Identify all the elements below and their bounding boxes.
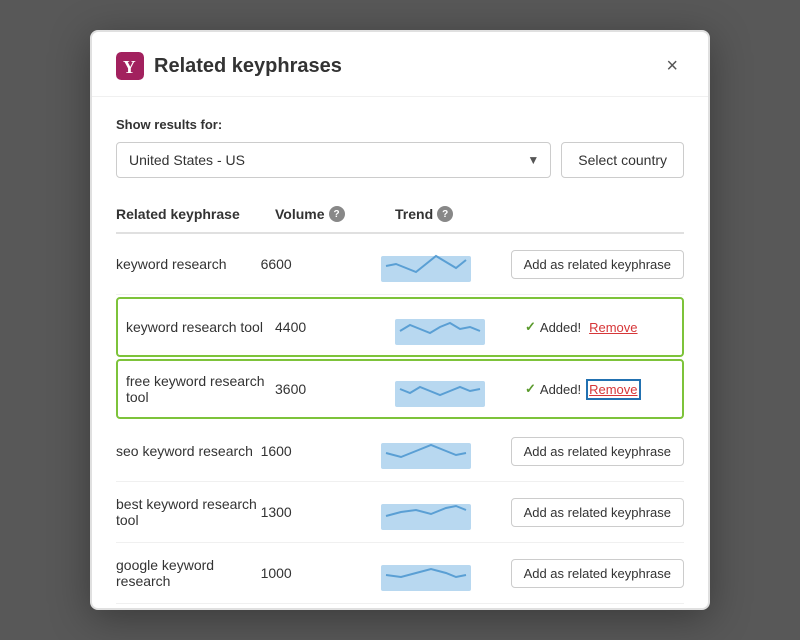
modal-body: Show results for: United States - US ▼ S… [92,97,708,608]
select-country-button[interactable]: Select country [561,142,684,178]
table-header: Related keyphrase Volume ? Trend ? [116,198,684,234]
col-header-trend: Trend ? [395,206,525,222]
add-keyphrase-button[interactable]: Add as related keyphrase [511,498,684,527]
trend-sparkline [395,371,485,407]
action-cell: Add as related keyphrase [511,559,684,588]
show-results-label: Show results for: [116,117,684,132]
col-header-keyphrase: Related keyphrase [116,206,275,222]
trend-sparkline [381,494,471,530]
trend-help-icon[interactable]: ? [437,206,453,222]
add-keyphrase-button[interactable]: Add as related keyphrase [511,559,684,588]
col-header-action [525,206,684,222]
table-row: best keyword research tool 1300 Add as r… [116,482,684,543]
volume-help-icon[interactable]: ? [329,206,345,222]
modal-title: Related keyphrases [154,55,660,78]
trend-sparkline [381,555,471,591]
trend-sparkline [381,246,471,282]
add-keyphrase-button[interactable]: Add as related keyphrase [511,250,684,279]
action-cell: Add as related keyphrase [511,250,684,279]
table-row: free keyword research tool 3600 ✓ Added! [116,359,684,419]
keyphrase-cell: best keyword research tool [116,496,261,528]
trend-cell [395,309,525,345]
add-keyphrase-button[interactable]: Add as related keyphrase [511,437,684,466]
keyphrase-cell: keyword research tool [126,319,275,335]
keyphrase-cell: seo keyword research [116,443,261,459]
volume-cell: 3600 [275,381,395,397]
remove-keyphrase-button[interactable]: Remove [589,382,637,397]
trend-cell [395,371,525,407]
checkmark-icon: ✓ [525,319,536,335]
remove-keyphrase-button[interactable]: Remove [589,320,637,335]
volume-cell: 4400 [275,319,395,335]
modal-header: Y Related keyphrases × [92,32,708,97]
added-indicator: ✓ Added! [525,381,581,397]
svg-text:Y: Y [123,57,136,77]
keyphrase-cell: free keyword research tool [126,373,275,405]
country-select-wrapper: United States - US ▼ [116,142,551,178]
trend-sparkline [395,309,485,345]
volume-cell: 6600 [261,256,381,272]
overlay: Y Related keyphrases × Show results for:… [0,0,800,640]
added-indicator: ✓ Added! [525,319,581,335]
volume-cell: 1000 [261,565,381,581]
close-button[interactable]: × [660,52,684,80]
table-row: keyword research tool 4400 ✓ Added! [116,297,684,357]
trend-cell [381,433,511,469]
table-row: keyword research 6600 Add as related key… [116,234,684,295]
volume-cell: 1300 [261,504,381,520]
trend-cell [381,555,511,591]
modal-dialog: Y Related keyphrases × Show results for:… [90,30,710,610]
country-select[interactable]: United States - US [116,142,551,178]
trend-cell [381,246,511,282]
checkmark-icon: ✓ [525,381,536,397]
keyphrase-cell: keyword research [116,256,261,272]
trend-cell [381,494,511,530]
keyphrase-cell: google keyword research [116,557,261,589]
added-label: Added! [540,320,581,335]
action-cell: Add as related keyphrase [511,498,684,527]
table-row: google keyword research 1000 Add as rela… [116,543,684,604]
col-header-volume: Volume ? [275,206,395,222]
action-cell: Add as related keyphrase [511,437,684,466]
trend-sparkline [381,433,471,469]
keyphrases-table: Related keyphrase Volume ? Trend ? keywo… [116,198,684,604]
action-cell: ✓ Added! Remove [525,319,674,335]
action-cell: ✓ Added! Remove [525,381,674,397]
yoast-logo-icon: Y [116,52,144,80]
volume-cell: 1600 [261,443,381,459]
table-row: seo keyword research 1600 Add as related… [116,421,684,482]
added-label: Added! [540,382,581,397]
country-row: United States - US ▼ Select country [116,142,684,178]
